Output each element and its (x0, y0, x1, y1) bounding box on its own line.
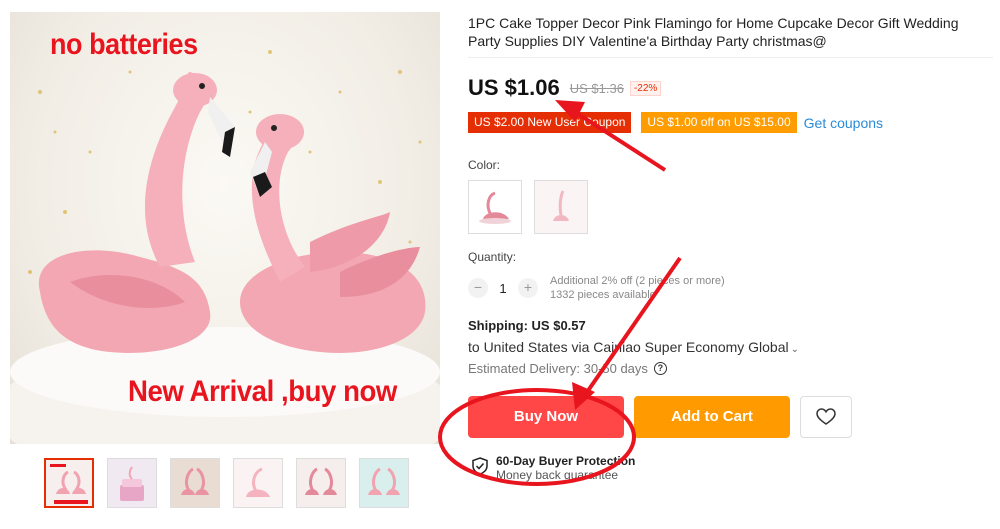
cake-thumb-icon (108, 459, 156, 507)
flamingo-thumb-icon (234, 459, 282, 507)
color-swatches (468, 180, 993, 234)
buyer-protection: 60-Day Buyer Protection Money back guara… (472, 454, 993, 482)
bulk-discount-note: Additional 2% off (2 pieces or more) (550, 275, 725, 287)
help-icon[interactable]: ? (653, 362, 667, 375)
stock-available: 1332 pieces available (550, 289, 656, 301)
chevron-down-icon: ⌄ (790, 344, 800, 355)
protection-title: 60-Day Buyer Protection (496, 454, 636, 468)
product-info: 1PC Cake Topper Decor Pink Flamingo for … (468, 14, 993, 482)
get-coupons-link[interactable]: Get coupons (804, 115, 883, 131)
original-price: US $1.36 (569, 80, 624, 96)
quantity-stepper: − 1 + Additional 2% off (2 pieces or mor… (468, 274, 993, 302)
new-user-coupon[interactable]: US $2.00 New User Coupon (468, 112, 632, 133)
main-product-image[interactable]: no batteries New Arrival ,buy now (10, 12, 440, 444)
discount-badge: -22% (629, 80, 662, 96)
flamingo-thumb-icon (171, 459, 219, 507)
heart-icon (816, 408, 836, 425)
shipping-route-text: to United States via Cainiao Super Econo… (468, 339, 789, 355)
thumbnail-5[interactable] (296, 458, 346, 508)
qty-plus-button[interactable]: + (518, 278, 538, 298)
delivery-text: Estimated Delivery: 30-50 days (468, 361, 648, 376)
shield-icon (472, 457, 488, 475)
wishlist-button[interactable] (800, 396, 852, 438)
thumbnail-3[interactable] (170, 458, 220, 508)
overlay-no-batteries: no batteries (50, 28, 198, 61)
estimated-delivery: Estimated Delivery: 30-50 days ? (468, 361, 993, 376)
product-gallery: no batteries New Arrival ,buy now (10, 12, 440, 508)
title-divider (468, 57, 993, 58)
color-label: Color: (468, 158, 501, 172)
shipping-cost: Shipping: US $0.57 (468, 318, 586, 333)
protection-subtitle: Money back guarantee (496, 468, 619, 482)
price-row: US $1.06 US $1.36 -22% (468, 75, 993, 101)
thumbnail-1[interactable] (44, 458, 94, 508)
quantity-label: Quantity: (468, 250, 517, 264)
thumbnail-strip (44, 458, 440, 508)
qty-minus-button[interactable]: − (468, 278, 488, 298)
shipping-route[interactable]: to United States via Cainiao Super Econo… (468, 339, 993, 355)
thumbnail-4[interactable] (233, 458, 283, 508)
add-to-cart-button[interactable]: Add to Cart (634, 396, 790, 438)
flamingo-thumb-icon (46, 460, 92, 506)
product-title: 1PC Cake Topper Decor Pink Flamingo for … (468, 15, 959, 49)
flamingo-swatch-icon (535, 181, 587, 233)
thumbnail-6[interactable] (359, 458, 409, 508)
buy-now-button[interactable]: Buy Now (468, 396, 624, 438)
overlay-new-arrival: New Arrival ,buy now (128, 375, 397, 408)
flamingo-thumb-icon (297, 459, 345, 507)
purchase-actions: Buy Now Add to Cart (468, 396, 993, 438)
color-option-1[interactable] (468, 180, 522, 234)
flamingo-thumb-icon (360, 459, 408, 507)
quantity-note: Additional 2% off (2 pieces or more) 133… (550, 274, 725, 302)
qty-value[interactable]: 1 (488, 281, 518, 296)
thumbnail-2[interactable] (107, 458, 157, 508)
coupon-row: US $2.00 New User Coupon US $1.00 off on… (468, 112, 993, 133)
current-price: US $1.06 (468, 75, 560, 100)
store-coupon[interactable]: US $1.00 off on US $15.00 (641, 112, 797, 133)
flamingo-swatch-icon (469, 181, 521, 233)
color-option-2[interactable] (534, 180, 588, 234)
